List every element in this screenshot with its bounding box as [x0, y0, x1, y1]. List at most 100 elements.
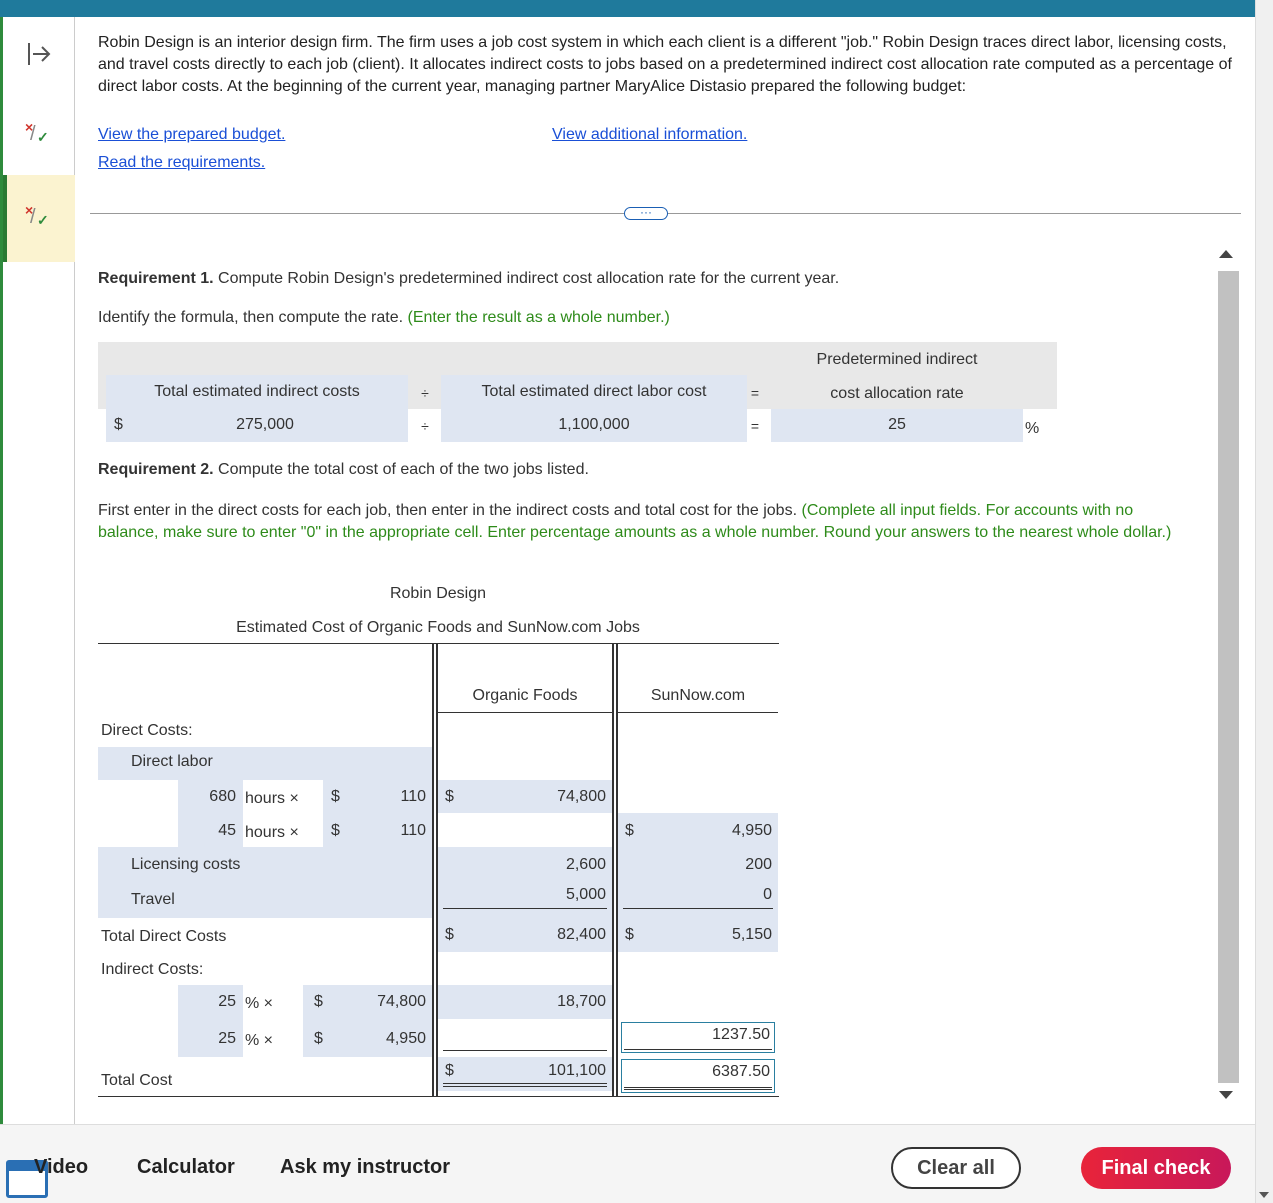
col-sep [612, 644, 614, 1097]
sunnow-direct-labor: 4,950 [731, 822, 772, 839]
dollar-sign: $ [314, 1030, 323, 1047]
pct-sunnow[interactable]: 25 [180, 1030, 236, 1048]
sunnow-licensing: 200 [745, 856, 772, 873]
subtotal-rule [443, 908, 607, 909]
total-indirect-value: 275,000 [236, 416, 294, 433]
subtotal-rule [623, 908, 773, 909]
pct-label: % × [245, 995, 274, 1012]
header-rate-line2: cost allocation rate [830, 385, 964, 402]
organic-total-direct: 82,400 [557, 926, 606, 943]
top-bar [0, 0, 1255, 17]
dollar-sign: $ [625, 822, 634, 839]
hours-organic[interactable]: 680 [180, 788, 236, 806]
question-rail: × / ✓ × / ✓ [3, 17, 75, 1124]
sunnow-total-cost-value: 6387.50 [624, 1062, 772, 1090]
col-header-rule [618, 712, 778, 713]
dollar-sign: $ [445, 926, 454, 943]
base-organic[interactable]: 74,800 [330, 993, 426, 1011]
ask-instructor-button[interactable]: Ask my instructor [280, 1156, 450, 1179]
req1-title-rest: Compute Robin Design's predetermined ind… [213, 270, 840, 287]
calculator-button[interactable]: Calculator [137, 1156, 235, 1179]
req2-title-bold: Requirement 2. [98, 461, 214, 478]
organic-direct-labor: 74,800 [557, 788, 606, 805]
dollar-sign: $ [445, 1062, 454, 1079]
table-company: Robin Design [389, 585, 487, 602]
view-additional-link[interactable]: View additional information. [552, 126, 747, 144]
req2-title-rest: Compute the total cost of each of the tw… [213, 461, 589, 478]
table-top-rule [98, 643, 779, 644]
header-total-direct-labor: Total estimated direct labor cost [481, 383, 707, 400]
organic-licensing: 2,600 [565, 856, 606, 873]
video-button[interactable]: Video [34, 1156, 88, 1179]
final-check-button[interactable]: Final check [1081, 1147, 1231, 1189]
indirect-costs-label: Indirect Costs: [101, 961, 204, 978]
sunnow-indirect-value: 1237.50 [624, 1025, 772, 1050]
direct-costs-label: Direct Costs: [101, 722, 193, 739]
req2-instruction: First enter in the direct costs for each… [98, 500, 1198, 544]
pct-label: % × [245, 1032, 274, 1049]
collapse-icon[interactable] [3, 39, 75, 74]
clear-all-button[interactable]: Clear all [891, 1147, 1021, 1189]
hours-label: hours × [245, 824, 299, 841]
licensing-label: Licensing costs [131, 856, 241, 873]
total-direct-label: Total Direct Costs [101, 928, 227, 945]
intro-text: Robin Design is an interior design firm.… [98, 34, 1232, 95]
hours-label: hours × [245, 790, 299, 807]
direct-labor-label: Direct labor [131, 753, 213, 770]
base-sunnow[interactable]: 4,950 [330, 1030, 426, 1048]
active-question-item[interactable]: × / ✓ [3, 175, 75, 262]
rate-value: 25 [888, 416, 906, 433]
page-scrollbar[interactable] [1255, 0, 1273, 1203]
organic-travel: 5,000 [565, 886, 606, 903]
total-double-rule [443, 1083, 607, 1084]
rate-sunnow[interactable]: 110 [350, 822, 426, 840]
hours-sunnow[interactable]: 45 [180, 822, 236, 840]
dollar-sign: $ [445, 788, 454, 805]
scrollbar-thumb[interactable] [1218, 271, 1239, 1083]
table-bottom-rule [98, 1096, 779, 1097]
header-total-indirect: Total estimated indirect costs [154, 383, 360, 400]
scroll-up-icon[interactable] [1219, 250, 1233, 258]
page-scroll-down-icon[interactable] [1259, 1192, 1269, 1198]
req2-title: Requirement 2. Compute the total cost of… [98, 461, 589, 479]
divide-sign: ÷ [421, 385, 429, 401]
sunnow-indirect-input[interactable]: 1237.50 [621, 1022, 775, 1053]
organic-total-cost: 101,100 [548, 1062, 606, 1079]
sunnow-total-cost-input[interactable]: 6387.50 [621, 1059, 775, 1093]
req1-instruction-note: (Enter the result as a whole number.) [407, 309, 670, 326]
col-organic-foods: Organic Foods [472, 687, 578, 704]
total-direct-labor-value: 1,100,000 [558, 416, 630, 433]
col-sep [432, 644, 434, 1097]
req1-instruction-text: Identify the formula, then compute the r… [98, 309, 404, 326]
total-cost-label: Total Cost [101, 1072, 173, 1089]
subtotal-rule [443, 1050, 607, 1051]
expand-button[interactable]: ··· [624, 206, 668, 220]
req1-title-bold: Requirement 1. [98, 270, 214, 287]
dollar-sign: $ [625, 926, 634, 943]
partial-correct-icon[interactable]: × / ✓ [25, 119, 51, 149]
equals-sign: = [750, 418, 760, 434]
travel-label: Travel [131, 891, 175, 908]
divide-sign: ÷ [421, 418, 429, 434]
scroll-down-icon[interactable] [1219, 1091, 1233, 1099]
total-double-rule [443, 1086, 607, 1087]
req2-instruction-text: First enter in the direct costs for each… [98, 502, 798, 519]
header-rate-line1: Predetermined indirect [816, 351, 978, 368]
table-subtitle: Estimated Cost of Organic Foods and SunN… [236, 619, 640, 636]
dollar-sign: $ [331, 788, 340, 805]
col-sunnow: SunNow.com [650, 687, 746, 704]
dollar-sign: $ [314, 993, 323, 1010]
rate-organic[interactable]: 110 [350, 788, 426, 806]
dollar-sign: $ [331, 822, 340, 839]
percent-sign: % [1025, 420, 1040, 437]
req1-instruction: Identify the formula, then compute the r… [98, 309, 670, 327]
sunnow-total-direct: 5,150 [731, 926, 772, 943]
req1-title: Requirement 1. Compute Robin Design's pr… [98, 270, 839, 288]
organic-indirect: 18,700 [557, 993, 606, 1010]
col-header-rule [438, 712, 612, 713]
dollar-sign: $ [114, 416, 123, 433]
view-budget-link[interactable]: View the prepared budget. [98, 126, 285, 144]
equals-sign: = [750, 385, 760, 401]
read-requirements-link[interactable]: Read the requirements. [98, 154, 265, 172]
pct-organic[interactable]: 25 [180, 993, 236, 1011]
